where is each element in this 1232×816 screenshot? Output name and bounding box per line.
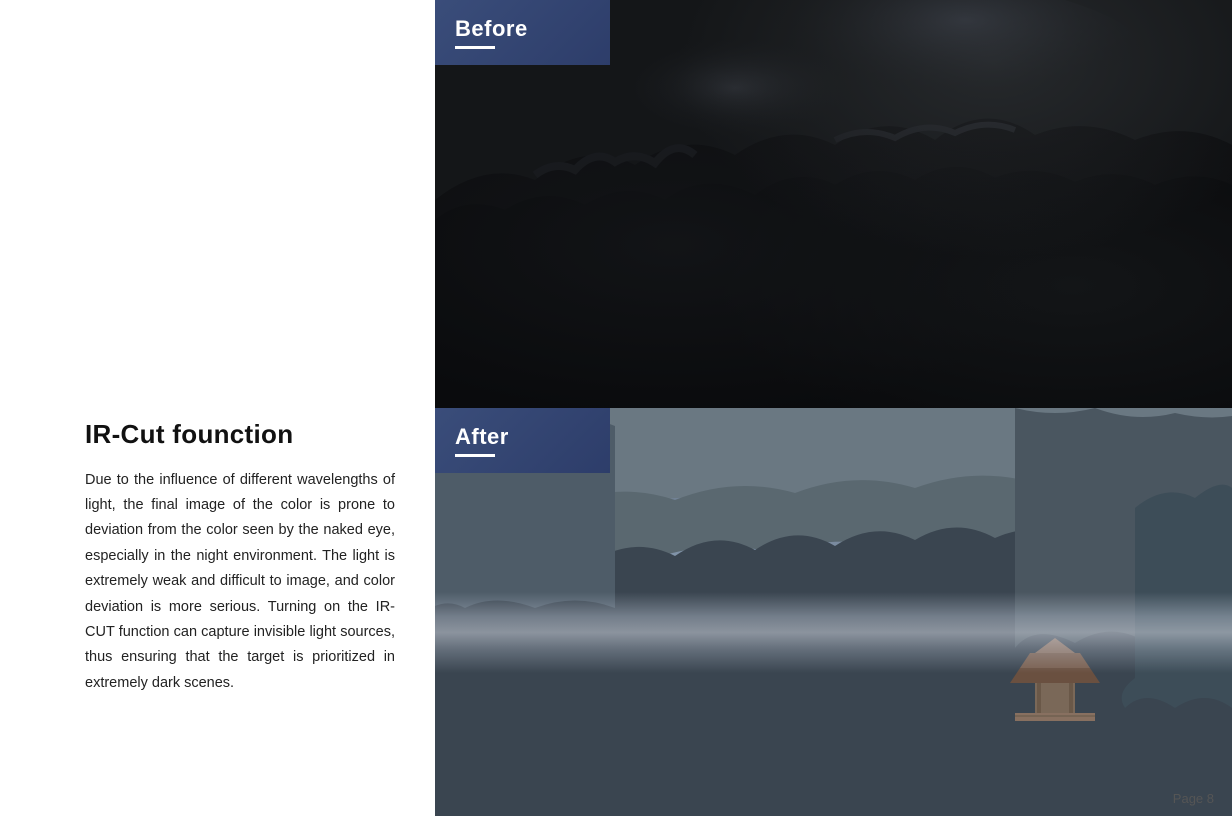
before-label-underline	[455, 46, 495, 49]
page-number: Page 8	[1173, 791, 1214, 806]
after-image: After	[435, 408, 1232, 816]
right-panel: Before	[435, 0, 1232, 816]
after-label-underline	[455, 454, 495, 457]
before-label-banner: Before	[435, 0, 610, 65]
before-image-container: Before	[435, 0, 1232, 408]
after-label-text: After	[455, 424, 509, 450]
before-label-text: Before	[455, 16, 528, 42]
after-image-container: After	[435, 408, 1232, 816]
left-panel: IR-Cut founction Due to the influence of…	[0, 0, 435, 816]
left-content: IR-Cut founction Due to the influence of…	[85, 419, 395, 776]
section-body: Due to the influence of different wavele…	[85, 468, 395, 696]
before-image: Before	[435, 0, 1232, 408]
section-title: IR-Cut founction	[85, 419, 395, 450]
after-label-banner: After	[435, 408, 610, 473]
